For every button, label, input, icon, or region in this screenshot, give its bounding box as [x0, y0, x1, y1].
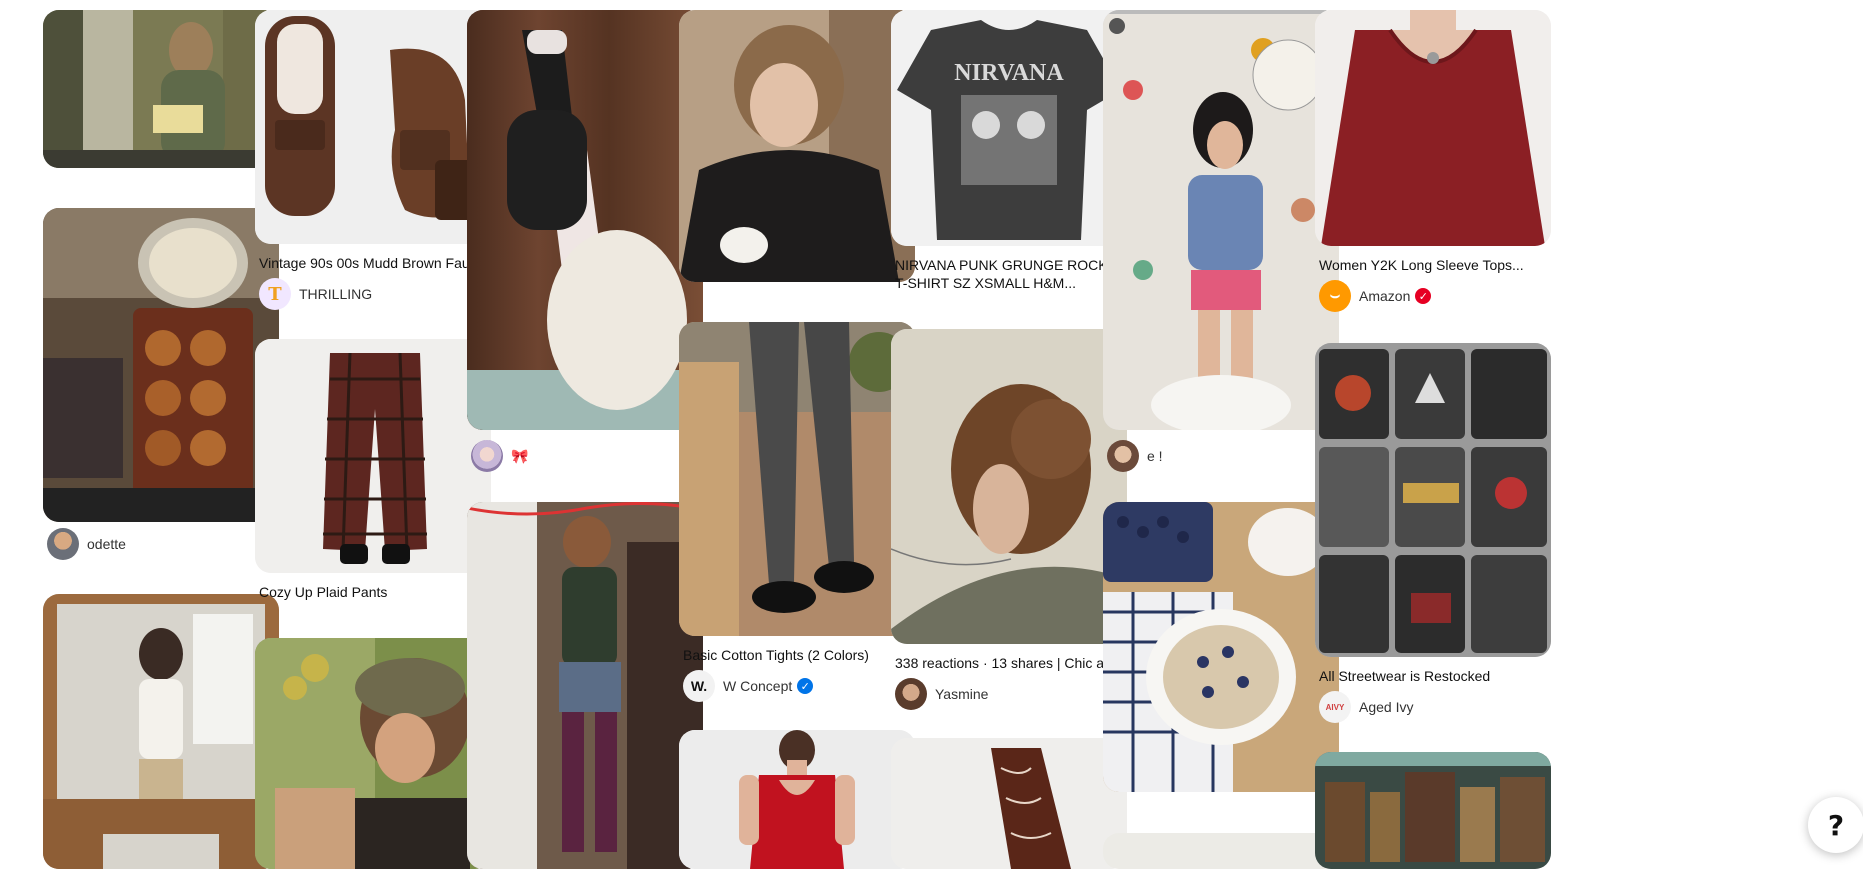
pin-creator[interactable]: W. W Concept ✓: [683, 670, 915, 702]
creator-name: Amazon: [1359, 288, 1411, 304]
pin-image[interactable]: ✕: [1103, 10, 1339, 430]
pin-oatmeal[interactable]: [1103, 502, 1339, 792]
creator-name: W Concept: [723, 678, 793, 694]
pin-red-top[interactable]: Women Y2K Long Sleeve Tops... ⌣ Amazon ✓: [1315, 10, 1551, 312]
pin-title[interactable]: All Streetwear is Restocked: [1319, 667, 1547, 685]
pin-title[interactable]: Cozy Up Plaid Pants: [259, 583, 487, 601]
creator-avatar: [1107, 440, 1139, 472]
pin-image[interactable]: [467, 10, 703, 430]
pin-red-dress[interactable]: [679, 730, 915, 869]
pin-creator[interactable]: 🎀: [471, 440, 703, 472]
pin-image[interactable]: [467, 502, 703, 869]
amazon-logo-icon: ⌣: [1329, 287, 1341, 304]
pin-image[interactable]: [1103, 502, 1339, 792]
pin-image[interactable]: [1315, 343, 1551, 657]
verified-badge-icon: ✓: [797, 678, 814, 694]
creator-avatar: T: [259, 278, 291, 310]
pin-creator[interactable]: T THRILLING: [259, 278, 491, 310]
pin-title[interactable]: Basic Cotton Tights (2 Colors): [683, 646, 911, 664]
pin-image[interactable]: [255, 638, 491, 869]
creator-avatar: [895, 678, 927, 710]
pin-creator[interactable]: Yasmine: [895, 678, 1127, 710]
pin-cardigan-girl[interactable]: [467, 502, 703, 869]
pin-band-tees[interactable]: All Streetwear is Restocked AIVY Aged Iv…: [1315, 343, 1551, 723]
pin-bandana[interactable]: [891, 738, 1127, 869]
wconcept-logo-icon: W.: [690, 678, 708, 694]
pin-cap-girl[interactable]: [255, 638, 491, 869]
verified-badge-icon: ✓: [1415, 288, 1432, 304]
pin-image[interactable]: [679, 730, 915, 869]
pin-image[interactable]: [1315, 752, 1551, 869]
pin-creator[interactable]: odette: [47, 528, 279, 560]
creator-name: THRILLING: [299, 286, 373, 302]
pin-image[interactable]: [891, 329, 1127, 644]
pin-image[interactable]: [679, 10, 915, 282]
pin-story-selfie[interactable]: ✕ e !: [1103, 10, 1339, 472]
pin-title[interactable]: Women Y2K Long Sleeve Tops...: [1319, 256, 1547, 274]
pin-image[interactable]: [43, 594, 279, 869]
creator-name: Yasmine: [935, 686, 989, 702]
pin-sweater-coffee[interactable]: [679, 10, 915, 282]
thrilling-logo-icon: T: [268, 283, 282, 305]
creator-name: Aged Ivy: [1359, 699, 1414, 715]
pin-image[interactable]: [679, 322, 915, 636]
pin-nirvana-tee[interactable]: NIRVANA NIRVANA PUNK GRUNGE ROCK T-SHIRT…: [891, 10, 1127, 292]
pin-title[interactable]: Vintage 90s 00s Mudd Brown Fau...: [259, 254, 487, 272]
help-question-icon: ?: [1827, 808, 1845, 842]
pin-image[interactable]: [255, 339, 491, 573]
pin-image[interactable]: [255, 10, 491, 244]
aged-ivy-logo-icon: AIVY: [1325, 702, 1345, 712]
pin-title[interactable]: 338 reactions · 13 shares | Chic an...: [895, 654, 1123, 672]
pin-image[interactable]: NIRVANA: [891, 10, 1127, 246]
pin-tights[interactable]: Basic Cotton Tights (2 Colors) W. W Conc…: [679, 322, 915, 702]
creator-name: e !: [1147, 448, 1163, 464]
pin-plaid-pants[interactable]: Cozy Up Plaid Pants: [255, 339, 491, 601]
pin-cinnamon-rolls[interactable]: odette: [43, 208, 279, 560]
pin-image[interactable]: [43, 208, 279, 522]
pin-leg-warmers[interactable]: 🎀: [467, 10, 703, 472]
creator-avatar: [471, 440, 503, 472]
pin-partial[interactable]: [1103, 833, 1339, 869]
pin-creator[interactable]: ⌣ Amazon ✓: [1319, 280, 1551, 312]
pin-messy-bun[interactable]: 338 reactions · 13 shares | Chic an... Y…: [891, 329, 1127, 710]
creator-avatar: W.: [683, 670, 715, 702]
pin-image[interactable]: [43, 10, 279, 168]
creator-name: 🎀: [511, 447, 529, 464]
creator-avatar: AIVY: [1319, 691, 1351, 723]
pin-image[interactable]: [1103, 833, 1339, 869]
creator-name: odette: [87, 536, 126, 552]
pin-title[interactable]: NIRVANA PUNK GRUNGE ROCK T-SHIRT SZ XSMA…: [895, 256, 1123, 292]
pin-books[interactable]: [1315, 752, 1551, 869]
pin-mudd-clogs[interactable]: Vintage 90s 00s Mudd Brown Fau... T THRI…: [255, 10, 491, 310]
pin-image[interactable]: [1315, 10, 1551, 246]
creator-avatar: ⌣: [1319, 280, 1351, 312]
pin-image[interactable]: [891, 738, 1127, 869]
pin-library-reader[interactable]: [43, 10, 279, 168]
pin-mirror-selfie[interactable]: [43, 594, 279, 869]
svg-text:NIRVANA: NIRVANA: [954, 60, 1064, 86]
pin-creator[interactable]: AIVY Aged Ivy: [1319, 691, 1551, 723]
pin-creator[interactable]: e !: [1107, 440, 1339, 472]
creator-avatar: [47, 528, 79, 560]
help-button[interactable]: ?: [1808, 797, 1863, 853]
